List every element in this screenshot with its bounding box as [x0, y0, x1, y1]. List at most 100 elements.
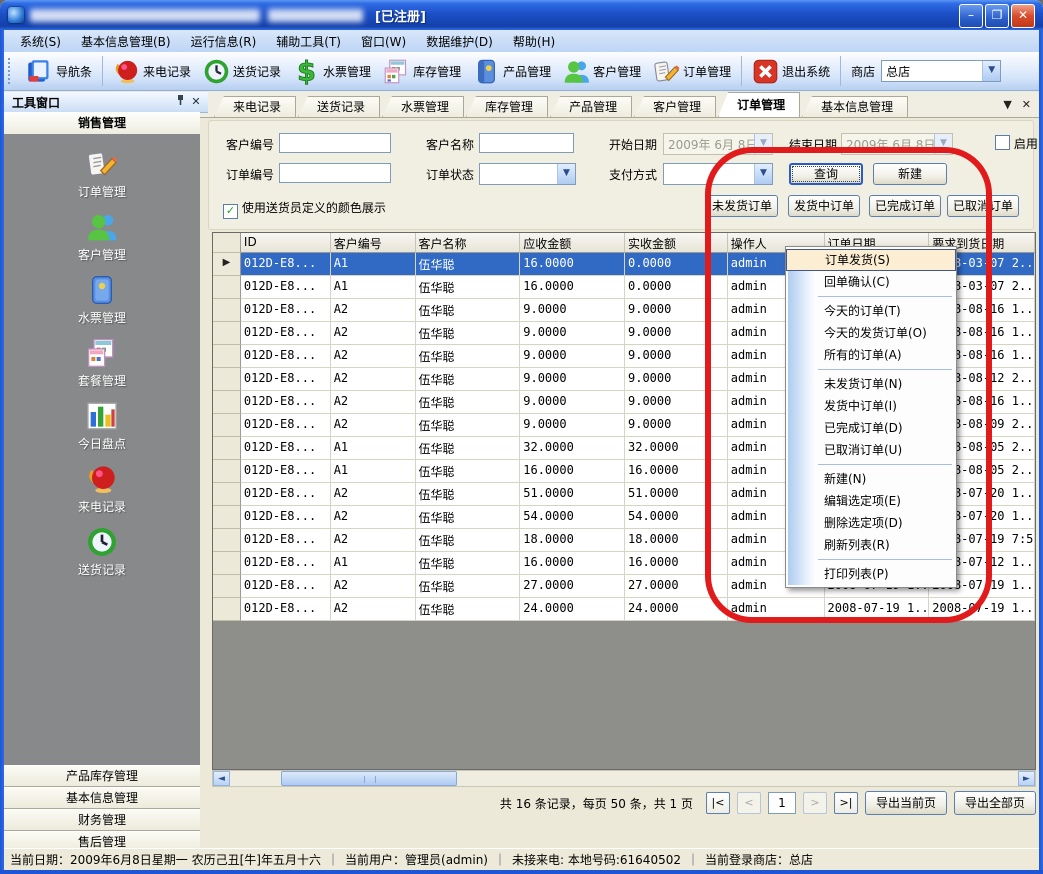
close-icon[interactable]: ✕ [188, 94, 204, 110]
order-status-select[interactable]: ▼ [479, 163, 576, 185]
sidebar-group-产品库存管理[interactable]: 产品库存管理 [4, 765, 200, 787]
start-date-picker[interactable]: 2009年 6月 8日▼ [663, 133, 773, 155]
toolbar-button-navigation-icon[interactable]: 导航条 [20, 53, 98, 89]
row-selector[interactable] [213, 529, 241, 552]
tab-基本信息管理[interactable]: 基本信息管理 [802, 96, 908, 117]
sidebar-group-sales[interactable]: 销售管理 [4, 112, 200, 135]
tab-来电记录[interactable]: 来电记录 [214, 96, 296, 117]
context-menu-item[interactable]: 已取消订单(U) [786, 439, 956, 461]
sidebar-item-订单管理[interactable]: 订单管理 [4, 142, 200, 205]
context-menu-item[interactable]: 今天的订单(T) [786, 300, 956, 322]
row-selector[interactable] [213, 460, 241, 483]
toolbar-button-delivery-record-icon[interactable]: 送货记录 [197, 53, 287, 89]
column-header-客户名称[interactable]: 客户名称 [416, 233, 521, 253]
context-menu-item[interactable]: 回单确认(C) [786, 271, 956, 293]
menubar-item[interactable]: 运行信息(R) [181, 31, 267, 52]
quick-filter-已完成订单[interactable]: 已完成订单 [869, 195, 941, 217]
context-menu-item[interactable]: 发货中订单(I) [786, 395, 956, 417]
quick-filter-已取消订单[interactable]: 已取消订单 [947, 195, 1019, 217]
sidebar-item-今日盘点[interactable]: 今日盘点 [4, 394, 200, 457]
color-display-checkbox[interactable]: ✓ 使用送货员定义的颜色展示 [223, 199, 386, 219]
toolbar-button-order-icon[interactable]: 订单管理 [647, 53, 737, 89]
context-menu-item[interactable]: 所有的订单(A) [786, 344, 956, 366]
sidebar-item-来电记录[interactable]: 来电记录 [4, 457, 200, 520]
context-menu-item[interactable]: 已完成订单(D) [786, 417, 956, 439]
tab-送货记录[interactable]: 送货记录 [298, 96, 380, 117]
pin-icon[interactable] [172, 94, 188, 110]
row-selector[interactable] [213, 483, 241, 506]
menubar-item[interactable]: 窗口(W) [351, 31, 416, 52]
tab-库存管理[interactable]: 库存管理 [466, 96, 548, 117]
row-selector[interactable] [213, 345, 241, 368]
row-selector[interactable] [213, 414, 241, 437]
context-menu-item[interactable]: 刷新列表(R) [786, 534, 956, 556]
export-all-pages-button[interactable]: 导出全部页 [954, 791, 1036, 815]
minimize-button[interactable]: – [959, 4, 983, 28]
horizontal-scrollbar[interactable]: ◄ ► [212, 770, 1036, 787]
column-header-应收金额[interactable]: 应收金额 [520, 233, 625, 253]
row-selector[interactable] [213, 299, 241, 322]
tab-水票管理[interactable]: 水票管理 [382, 96, 464, 117]
tab-订单管理[interactable]: 订单管理 [718, 92, 800, 117]
menubar-item[interactable]: 数据维护(D) [416, 31, 503, 52]
menubar-item[interactable]: 帮助(H) [503, 31, 565, 52]
export-current-page-button[interactable]: 导出当前页 [865, 791, 947, 815]
pay-method-select[interactable]: ▼ [663, 163, 773, 185]
customer-name-input[interactable] [479, 133, 574, 153]
scroll-right-icon[interactable]: ► [1018, 771, 1035, 786]
search-button[interactable]: 查询 [789, 163, 863, 185]
sidebar-item-客户管理[interactable]: 客户管理 [4, 205, 200, 268]
context-menu-item[interactable]: 今天的发货订单(O) [786, 322, 956, 344]
row-selector[interactable] [213, 391, 241, 414]
context-menu-item[interactable]: 编辑选定项(E) [786, 490, 956, 512]
tab-客户管理[interactable]: 客户管理 [634, 96, 716, 117]
context-menu-item[interactable]: 未发货订单(N) [786, 373, 956, 395]
sidebar-group-基本信息管理[interactable]: 基本信息管理 [4, 787, 200, 809]
menubar-item[interactable]: 基本信息管理(B) [71, 31, 181, 52]
context-menu-item[interactable]: 删除选定项(D) [786, 512, 956, 534]
end-date-picker[interactable]: 2009年 6月 8日▼ [841, 133, 953, 155]
next-page-button[interactable]: > [803, 792, 827, 814]
tab-list-dropdown-icon[interactable]: ▼ [1003, 98, 1011, 111]
column-header-客户编号[interactable]: 客户编号 [331, 233, 416, 253]
last-page-button[interactable]: >| [834, 792, 858, 814]
row-selector[interactable] [213, 437, 241, 460]
context-menu-item[interactable]: 打印列表(P) [786, 563, 956, 585]
menubar-item[interactable]: 系统(S) [10, 31, 71, 52]
menubar-item[interactable]: 辅助工具(T) [266, 31, 351, 52]
row-selector[interactable] [213, 575, 241, 598]
new-button[interactable]: 新建 [873, 163, 947, 185]
row-selector[interactable] [213, 506, 241, 529]
column-header[interactable] [213, 233, 241, 253]
toolbar-button-water-ticket-icon[interactable]: $水票管理 [287, 53, 377, 89]
toolbar-button-exit-icon[interactable]: 退出系统 [746, 53, 836, 89]
page-number-input[interactable]: 1 [768, 792, 796, 814]
customer-code-input[interactable] [279, 133, 391, 153]
column-header-ID[interactable]: ID [241, 233, 331, 253]
tab-close-icon[interactable]: ✕ [1022, 98, 1031, 111]
row-selector[interactable] [213, 322, 241, 345]
context-menu-item[interactable]: 新建(N) [786, 468, 956, 490]
toolbar-button-product-icon[interactable]: 产品管理 [467, 53, 557, 89]
sidebar-item-送货记录[interactable]: 送货记录 [4, 520, 200, 583]
row-selector[interactable] [213, 276, 241, 299]
shop-select[interactable]: 总店▼ [881, 60, 1001, 82]
quick-filter-未发货订单[interactable]: 未发货订单 [706, 195, 778, 217]
scrollbar-thumb[interactable] [281, 771, 457, 786]
column-header-实收金额[interactable]: 实收金额 [625, 233, 728, 253]
toolbar-button-inventory-icon[interactable]: 库存管理 [377, 53, 467, 89]
tab-产品管理[interactable]: 产品管理 [550, 96, 632, 117]
row-selector[interactable] [213, 552, 241, 575]
first-page-button[interactable]: |< [706, 792, 730, 814]
row-selector[interactable]: ▶ [213, 253, 241, 276]
context-menu-item[interactable]: 订单发货(S) [786, 249, 956, 271]
sidebar-item-套餐管理[interactable]: 套餐管理 [4, 331, 200, 394]
maximize-button[interactable]: ❐ [985, 4, 1009, 28]
enable-checkbox[interactable]: 启用 [995, 135, 1038, 152]
toolbar-button-call-record-icon[interactable]: 来电记录 [107, 53, 197, 89]
close-button[interactable]: ✕ [1011, 4, 1035, 28]
scroll-left-icon[interactable]: ◄ [213, 771, 230, 786]
quick-filter-发货中订单[interactable]: 发货中订单 [788, 195, 860, 217]
order-code-input[interactable] [279, 163, 391, 183]
sidebar-item-水票管理[interactable]: 水票管理 [4, 268, 200, 331]
